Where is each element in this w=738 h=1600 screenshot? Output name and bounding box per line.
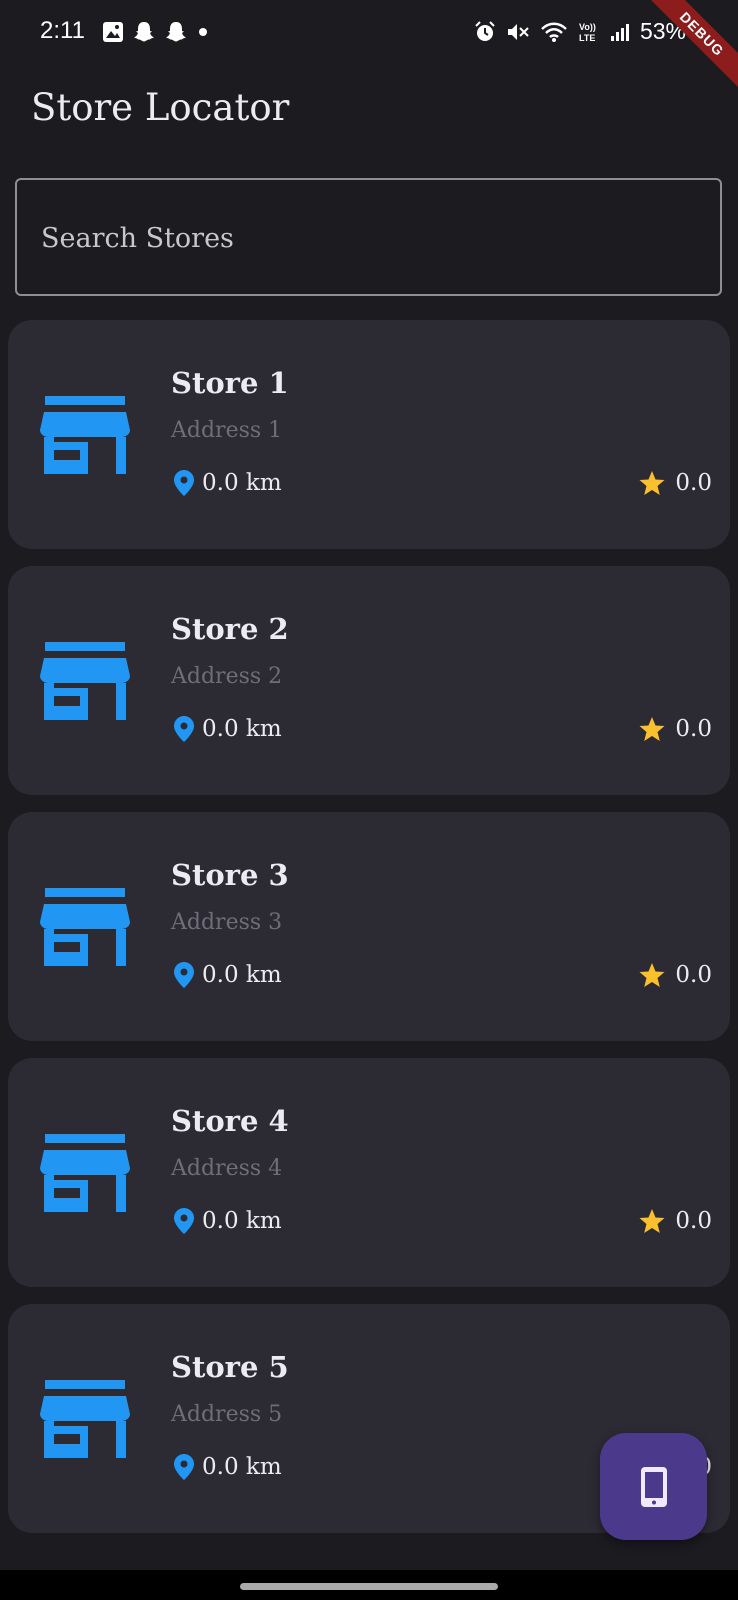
- store-name: Store 4: [171, 1104, 289, 1138]
- distance-value: 0.0 km: [202, 470, 282, 496]
- store-rating: 0.0: [639, 716, 712, 742]
- search-input[interactable]: [39, 180, 693, 296]
- wifi-icon: [541, 22, 567, 42]
- snapchat-icon: [166, 22, 186, 42]
- mute-icon: [507, 23, 529, 40]
- rating-value: 0.0: [675, 716, 712, 742]
- star-icon: [639, 962, 665, 987]
- store-name: Store 2: [171, 612, 289, 646]
- volte-icon: Vo))LTE: [579, 22, 596, 43]
- storefront-icon: [40, 1380, 130, 1458]
- svg-text:Vo)): Vo)): [579, 22, 596, 32]
- notification-icons: [102, 20, 210, 44]
- distance-value: 0.0 km: [202, 1208, 282, 1234]
- store-card[interactable]: Store 4 Address 4 0.0 km 0.0: [8, 1058, 730, 1287]
- store-rating: 0.0: [639, 1208, 712, 1234]
- store-list: Store 1 Address 1 0.0 km 0.0 Store 2 Add…: [8, 320, 730, 1550]
- distance-value: 0.0 km: [202, 716, 282, 742]
- location-pin-icon: [174, 962, 194, 988]
- store-distance: 0.0 km: [174, 470, 282, 496]
- distance-value: 0.0 km: [202, 962, 282, 988]
- signal-icon: [610, 23, 629, 41]
- page-title: Store Locator: [31, 86, 290, 129]
- system-nav-bar: [0, 1570, 738, 1600]
- rating-value: 0.0: [675, 1208, 712, 1234]
- system-icons: Vo)) LTE 53%: [474, 18, 686, 45]
- location-pin-icon: [174, 716, 194, 742]
- store-address: Address 3: [171, 910, 283, 935]
- snapchat-icon: [134, 22, 154, 42]
- gallery-icon: [103, 22, 123, 42]
- store-address: Address 1: [171, 418, 283, 443]
- store-name: Store 3: [171, 858, 289, 892]
- storefront-icon: [40, 642, 130, 720]
- store-card[interactable]: Store 2 Address 2 0.0 km 0.0: [8, 566, 730, 795]
- status-bar: 2:11 Vo)) LTE 53% DEBUG: [0, 0, 738, 92]
- storefront-icon: [40, 396, 130, 474]
- store-address: Address 5: [171, 1402, 283, 1427]
- star-icon: [639, 1208, 665, 1233]
- store-rating: 0.0: [639, 470, 712, 496]
- rating-value: 0.0: [675, 470, 712, 496]
- store-distance: 0.0 km: [174, 716, 282, 742]
- store-card[interactable]: Store 1 Address 1 0.0 km 0.0: [8, 320, 730, 549]
- location-pin-icon: [174, 470, 194, 496]
- store-card[interactable]: Store 3 Address 3 0.0 km 0.0: [8, 812, 730, 1041]
- store-distance: 0.0 km: [174, 1454, 282, 1480]
- store-address: Address 2: [171, 664, 283, 689]
- device-fab-button[interactable]: [600, 1433, 707, 1540]
- location-pin-icon: [174, 1454, 194, 1480]
- search-field[interactable]: [15, 178, 722, 296]
- debug-banner: DEBUG: [644, 0, 738, 92]
- location-pin-icon: [174, 1208, 194, 1234]
- alarm-icon: [475, 20, 495, 41]
- status-time: 2:11: [40, 17, 85, 44]
- home-gesture-handle[interactable]: [240, 1583, 498, 1590]
- star-icon: [639, 470, 665, 495]
- store-name: Store 1: [171, 366, 289, 400]
- smartphone-icon: [640, 1466, 667, 1507]
- store-name: Store 5: [171, 1350, 289, 1384]
- svg-text:LTE: LTE: [579, 33, 595, 43]
- storefront-icon: [40, 1134, 130, 1212]
- rating-value: 0.0: [675, 962, 712, 988]
- store-distance: 0.0 km: [174, 962, 282, 988]
- storefront-icon: [40, 888, 130, 966]
- star-icon: [639, 716, 665, 741]
- store-distance: 0.0 km: [174, 1208, 282, 1234]
- store-rating: 0.0: [639, 962, 712, 988]
- store-address: Address 4: [171, 1156, 283, 1181]
- distance-value: 0.0 km: [202, 1454, 282, 1480]
- dot-icon: [199, 28, 207, 36]
